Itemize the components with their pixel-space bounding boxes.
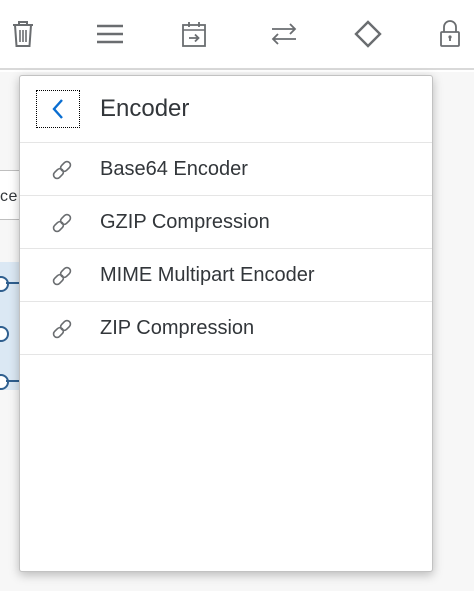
- swap-arrows-icon: [271, 23, 297, 45]
- menu-icon: [97, 24, 123, 44]
- port-connector: [6, 282, 20, 284]
- toolbar: [0, 0, 474, 70]
- diamond-icon: [354, 20, 382, 48]
- partial-shape-label: ce: [0, 188, 18, 205]
- calendar-import-icon: [182, 22, 206, 47]
- swap-button[interactable]: [266, 16, 302, 52]
- delete-button[interactable]: [5, 16, 41, 52]
- encoder-list: Base64 Encoder GZIP Compression MIME Mul…: [20, 143, 432, 355]
- list-item-label: ZIP Compression: [100, 316, 255, 339]
- port-connector: [6, 380, 20, 382]
- pool-frame: [432, 168, 474, 538]
- list-item-label: MIME Multipart Encoder: [100, 263, 315, 286]
- list-item-gzip-compression[interactable]: GZIP Compression: [20, 196, 432, 249]
- connection-port[interactable]: [0, 276, 9, 292]
- lock-button[interactable]: [432, 16, 468, 52]
- gateway-button[interactable]: [350, 16, 386, 52]
- list-item-label: Base64 Encoder: [100, 157, 248, 180]
- back-button[interactable]: [36, 90, 80, 128]
- encoder-popover: Encoder Base64 Encoder GZIP Compression: [19, 75, 433, 572]
- list-item-mime-multipart-encoder[interactable]: MIME Multipart Encoder: [20, 249, 432, 302]
- list-item-label: GZIP Compression: [100, 210, 270, 233]
- import-button[interactable]: [176, 16, 212, 52]
- trash-icon: [13, 21, 33, 47]
- link-icon: [52, 319, 72, 339]
- chevron-left-icon: [52, 99, 63, 119]
- connection-port[interactable]: [0, 374, 9, 390]
- menu-button[interactable]: [92, 16, 128, 52]
- popover-header: Encoder: [20, 76, 432, 143]
- popover-title: Encoder: [100, 95, 190, 122]
- connection-port[interactable]: [0, 326, 9, 342]
- link-icon: [52, 266, 72, 286]
- link-icon: [52, 160, 72, 180]
- list-item-zip-compression[interactable]: ZIP Compression: [20, 302, 432, 355]
- lock-icon: [440, 20, 460, 47]
- list-item-base64-encoder[interactable]: Base64 Encoder: [20, 143, 432, 196]
- link-icon: [52, 213, 72, 233]
